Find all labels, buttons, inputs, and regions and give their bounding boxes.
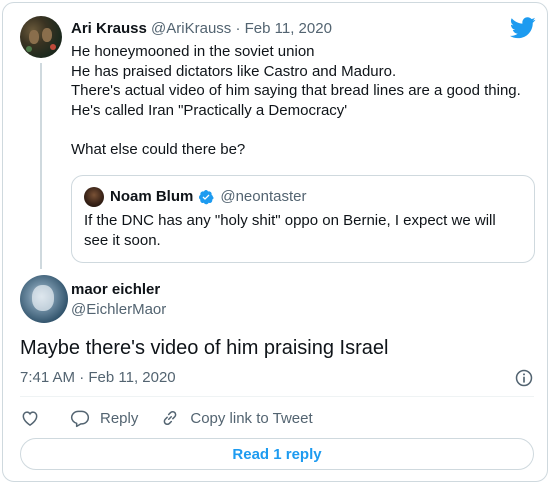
quoted-author-name: Noam Blum	[110, 188, 194, 205]
quoted-tweet[interactable]: Noam Blum @neontaster If the DNC has any…	[71, 175, 535, 263]
parent-tweet-date[interactable]: Feb 11, 2020	[245, 20, 332, 37]
info-icon[interactable]	[514, 368, 534, 388]
quoted-tweet-text: If the DNC has any "holy shit" oppo on B…	[84, 212, 496, 249]
main-author-handle[interactable]: @EichlerMaor	[71, 301, 166, 319]
parent-tweet-header: Ari Krauss @AriKrauss · Feb 11, 2020	[71, 20, 332, 38]
parent-tweet-line-blank	[71, 120, 531, 140]
quoted-author-handle: @neontaster	[220, 188, 307, 205]
main-tweet-text: Maybe there's video of him praising Isra…	[20, 337, 389, 359]
verified-badge-icon	[199, 190, 215, 205]
main-author-name[interactable]: maor eichler	[71, 281, 160, 299]
reply-icon	[70, 410, 90, 428]
copy-link-label: Copy link to Tweet	[190, 409, 313, 427]
twitter-bird-icon[interactable]	[510, 17, 536, 39]
actions-divider	[20, 396, 534, 397]
parent-author-avatar[interactable]	[20, 16, 62, 58]
parent-tweet-text: He honeymooned in the soviet union He ha…	[71, 42, 531, 159]
heart-icon	[22, 411, 38, 426]
tweet-embed-card: Ari Krauss @AriKrauss · Feb 11, 2020 He …	[2, 2, 548, 482]
tweet-timestamp[interactable]: 7:41 AM · Feb 11, 2020	[20, 369, 176, 387]
header-separator: ·	[235, 20, 241, 37]
thread-connector-line	[40, 63, 42, 269]
parent-author-handle[interactable]: @AriKrauss	[151, 20, 231, 37]
parent-tweet-line: He's called Iran "Practically a Democrac…	[71, 101, 348, 119]
parent-author-name[interactable]: Ari Krauss	[71, 20, 147, 37]
link-icon	[164, 410, 177, 426]
parent-tweet-line: What else could there be?	[71, 140, 246, 158]
copy-link-button[interactable]: Copy link to Tweet	[160, 408, 313, 428]
tweet-actions: Reply Copy link to Tweet	[20, 406, 335, 430]
read-replies-button[interactable]: Read 1 reply	[20, 438, 534, 470]
quoted-author-avatar	[84, 187, 104, 207]
quoted-tweet-header: Noam Blum @neontaster	[110, 188, 306, 206]
reply-label: Reply	[100, 409, 139, 427]
reply-button[interactable]: Reply	[70, 408, 138, 428]
parent-tweet-line: He has praised dictators like Castro and…	[71, 62, 397, 80]
main-author-avatar[interactable]	[20, 275, 68, 323]
parent-tweet-line: There's actual video of him saying that …	[71, 82, 521, 99]
like-button[interactable]	[20, 408, 40, 428]
parent-tweet-line: He honeymooned in the soviet union	[71, 43, 315, 60]
